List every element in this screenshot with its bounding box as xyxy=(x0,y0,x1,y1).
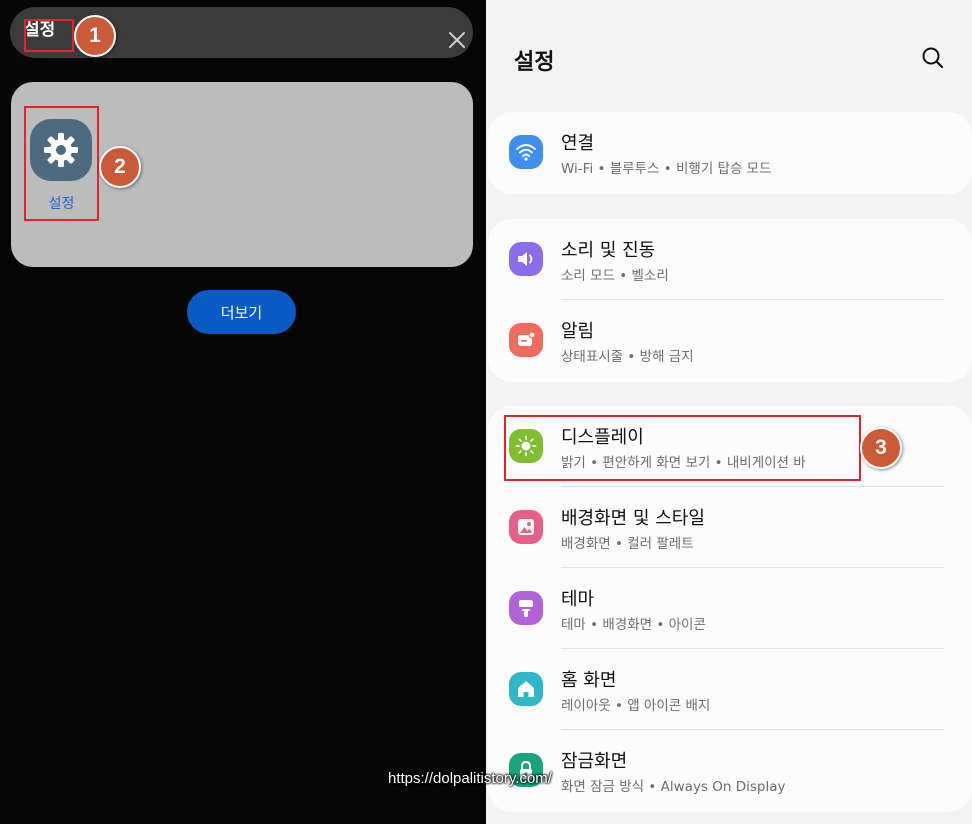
settings-item-lock-screen[interactable]: 잠금화면 화면 잠금 방식 • Always On Display xyxy=(488,730,972,811)
settings-item-subtitle: 배경화면 • 컬러 팔레트 xyxy=(561,536,694,552)
search-query-text[interactable]: 설정 xyxy=(24,19,55,41)
settings-item-title: 알림 xyxy=(561,321,595,342)
settings-item-home-screen[interactable]: 홈 화면 레이아웃 • 앱 아이콘 배지 xyxy=(488,649,972,730)
page-title: 설정 xyxy=(514,50,555,75)
speaker-icon xyxy=(509,242,543,276)
settings-item-title: 테마 xyxy=(561,589,595,610)
home-icon xyxy=(509,672,543,706)
brightness-icon xyxy=(509,429,543,463)
settings-app-label[interactable]: 설정 xyxy=(24,193,99,213)
settings-item-sound[interactable]: 소리 및 진동 소리 모드 • 벨소리 xyxy=(488,219,972,300)
settings-item-subtitle: 상태표시줄 • 방해 금지 xyxy=(561,349,694,365)
settings-item-notifications[interactable]: 알림 상태표시줄 • 방해 금지 xyxy=(488,300,972,381)
settings-item-subtitle: 밝기 • 편안하게 화면 보기 • 내비게이션 바 xyxy=(561,455,806,471)
settings-item-title: 배경화면 및 스타일 xyxy=(561,508,705,529)
paint-brush-icon xyxy=(509,591,543,625)
settings-item-themes[interactable]: 테마 테마 • 배경화면 • 아이콘 xyxy=(488,568,972,649)
settings-item-connections[interactable]: 연결 Wi-Fi • 블루투스 • 비행기 탑승 모드 xyxy=(488,112,972,193)
image-icon xyxy=(509,510,543,544)
step-marker-2: 2 xyxy=(99,146,141,188)
more-button[interactable]: 더보기 xyxy=(187,290,296,334)
settings-item-title: 디스플레이 xyxy=(561,427,644,448)
notification-icon xyxy=(509,323,543,357)
watermark-url: https://dolpalitistory.com/ xyxy=(388,770,552,787)
settings-item-title: 소리 및 진동 xyxy=(561,240,656,261)
gear-icon xyxy=(44,133,78,167)
settings-item-subtitle: Wi-Fi • 블루투스 • 비행기 탑승 모드 xyxy=(561,161,772,177)
settings-item-subtitle: 소리 모드 • 벨소리 xyxy=(561,268,669,284)
settings-item-title: 홈 화면 xyxy=(561,670,617,691)
step-marker-1: 1 xyxy=(74,15,116,57)
settings-item-title: 연결 xyxy=(561,133,595,154)
search-icon[interactable] xyxy=(920,45,946,71)
close-icon[interactable] xyxy=(446,29,468,51)
settings-app-button[interactable] xyxy=(30,119,92,181)
settings-group-connections: 연결 Wi-Fi • 블루투스 • 비행기 탑승 모드 xyxy=(488,112,972,194)
settings-panel: 설정 연결 Wi-Fi • 블루투스 • 비행기 탑승 모드 소리 및 진동 소… xyxy=(486,0,972,824)
settings-group-display: 디스플레이 밝기 • 편안하게 화면 보기 • 내비게이션 바 배경화면 및 스… xyxy=(488,406,972,812)
wifi-icon xyxy=(509,135,543,169)
settings-item-wallpaper[interactable]: 배경화면 및 스타일 배경화면 • 컬러 팔레트 xyxy=(488,487,972,568)
settings-item-subtitle: 화면 잠금 방식 • Always On Display xyxy=(561,779,786,795)
step-marker-3: 3 xyxy=(860,427,902,469)
settings-item-title: 잠금화면 xyxy=(561,751,628,772)
settings-item-subtitle: 테마 • 배경화면 • 아이콘 xyxy=(561,617,706,633)
settings-group-sound: 소리 및 진동 소리 모드 • 벨소리 알림 상태표시줄 • 방해 금지 xyxy=(488,219,972,382)
search-panel: 설정 1 설정 2 더보기 xyxy=(0,0,486,824)
settings-item-subtitle: 레이아웃 • 앱 아이콘 배지 xyxy=(561,698,711,714)
